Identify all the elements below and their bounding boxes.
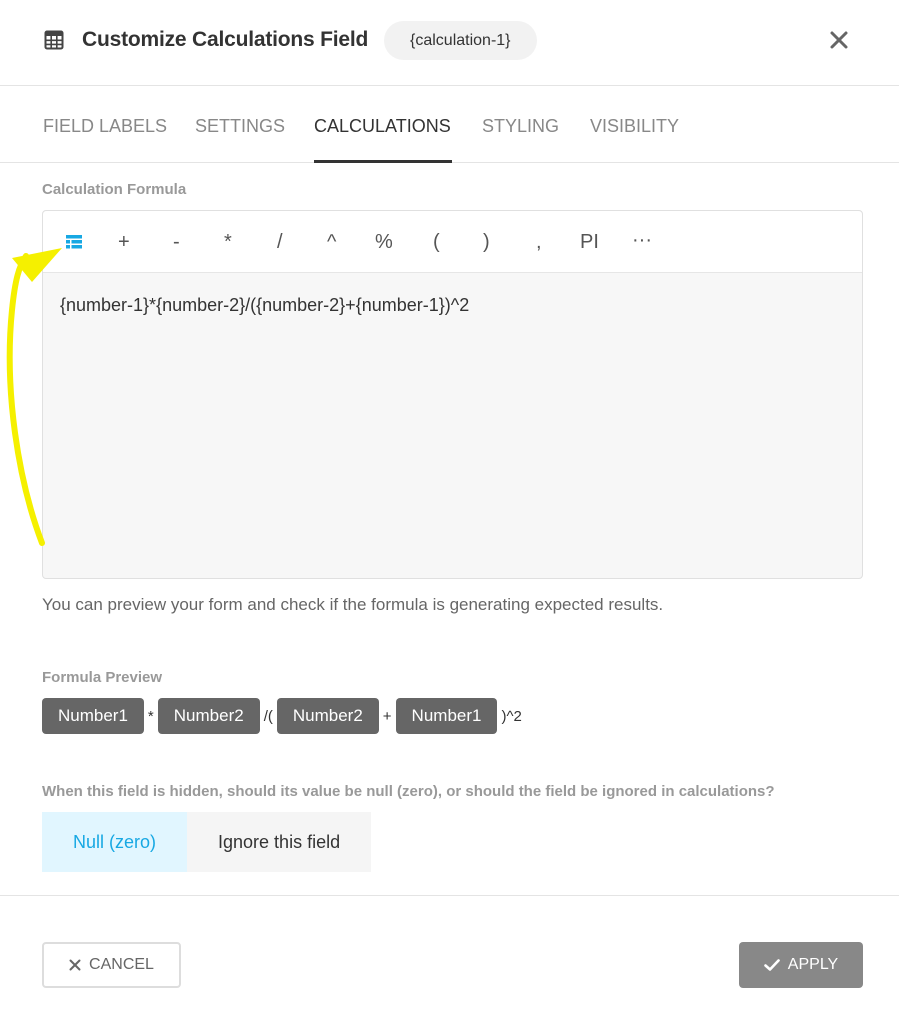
power-operator-button[interactable]: ^ — [327, 231, 336, 254]
cancel-label: CANCEL — [89, 956, 154, 973]
pi-button[interactable]: PI — [580, 231, 599, 254]
apply-label: APPLY — [787, 956, 839, 973]
tab-settings[interactable]: SETTINGS — [195, 116, 285, 137]
tab-calculations[interactable]: CALCULATIONS — [314, 116, 451, 137]
tab-styling[interactable]: STYLING — [482, 116, 559, 137]
preview-hint: You can preview your form and check if t… — [42, 595, 664, 614]
divide-operator-button[interactable]: / — [277, 231, 283, 254]
modal-title: Customize Calculations Field — [82, 28, 369, 51]
footer-divider — [0, 895, 899, 896]
minus-operator-button[interactable]: - — [173, 231, 180, 254]
formula-text[interactable]: {number-1}*{number-2}/({number-2}+{numbe… — [60, 295, 469, 316]
preview-operator: )^2 — [501, 707, 522, 725]
null-zero-option[interactable]: Null (zero) — [42, 812, 188, 872]
plus-operator-button[interactable]: + — [118, 231, 130, 254]
close-icon[interactable] — [828, 29, 850, 51]
field-id-tag: {calculation-1} — [384, 21, 537, 60]
annotation-arrow-icon — [6, 248, 62, 546]
preview-operator: + — [382, 707, 392, 725]
preview-chip: Number2 — [276, 698, 379, 734]
tab-field-labels[interactable]: FIELD LABELS — [43, 116, 167, 137]
preview-operator: /( — [263, 707, 273, 725]
open-paren-button[interactable]: ( — [433, 231, 440, 254]
preview-chip: Number1 — [395, 698, 498, 734]
calculator-icon — [44, 30, 64, 50]
close-paren-button[interactable]: ) — [483, 231, 490, 254]
preview-chip: Number2 — [157, 698, 260, 734]
hidden-behavior-toggle: Null (zero) Ignore this field — [42, 812, 372, 872]
modal-header: Customize Calculations Field {calculatio… — [0, 0, 899, 86]
formula-editor: + - * / ^ % ( ) , PI ··· {number-1}*{num… — [42, 210, 863, 579]
comma-button[interactable]: , — [536, 231, 542, 254]
more-options-icon[interactable]: ··· — [632, 229, 652, 252]
formula-toolbar: + - * / ^ % ( ) , PI ··· — [43, 211, 862, 273]
check-icon — [763, 959, 780, 971]
percent-operator-button[interactable]: % — [375, 231, 393, 254]
hidden-behavior-question: When this field is hidden, should its va… — [42, 783, 775, 800]
tab-visibility[interactable]: VISIBILITY — [590, 116, 679, 137]
active-tab-indicator — [314, 160, 452, 163]
formula-preview-label: Formula Preview — [42, 669, 163, 686]
tab-bar: FIELD LABELS SETTINGS CALCULATIONS STYLI… — [0, 86, 899, 163]
cancel-button[interactable]: CANCEL — [42, 942, 181, 988]
preview-operator: * — [147, 707, 154, 725]
formula-label: Calculation Formula — [42, 181, 187, 198]
close-icon — [69, 959, 81, 971]
formula-preview: Number1 * Number2 /( Number2 + Number1 )… — [42, 698, 526, 734]
preview-chip: Number1 — [42, 698, 144, 734]
multiply-operator-button[interactable]: * — [224, 231, 232, 254]
ignore-field-option[interactable]: Ignore this field — [187, 812, 372, 872]
apply-button[interactable]: APPLY — [739, 942, 863, 988]
